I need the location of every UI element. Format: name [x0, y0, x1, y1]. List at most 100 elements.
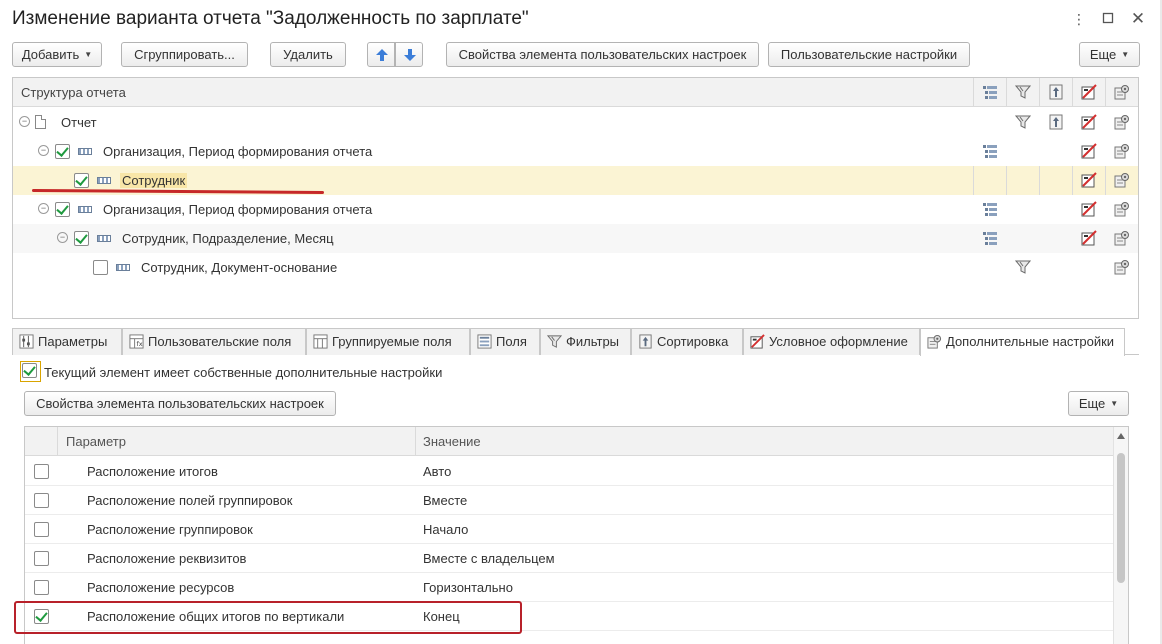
tree-row-checkbox[interactable]: [55, 202, 70, 217]
tree-row[interactable]: Сотрудник, Документ-основание: [13, 253, 1138, 282]
column-separator: [973, 166, 974, 195]
param-name: Расположение полей группировок: [87, 493, 293, 508]
more-button[interactable]: Еще ▼: [1079, 42, 1140, 67]
param-name: Расположение реквизитов: [87, 551, 247, 566]
arrow-down-icon: [404, 49, 416, 61]
extra-settings-icon: [1114, 114, 1130, 130]
sort-icon: [638, 334, 653, 349]
tab-8[interactable]: Дополнительные настройки: [920, 328, 1125, 356]
row-checkbox[interactable]: [34, 493, 49, 508]
conditional-format-icon: [750, 334, 765, 349]
conditional-format-icon: [1081, 84, 1097, 100]
vertical-scrollbar[interactable]: [1113, 427, 1128, 644]
row-checkbox[interactable]: [34, 580, 49, 595]
sort-icon: [1048, 84, 1064, 100]
delete-button[interactable]: Удалить: [270, 42, 346, 67]
groupings-icon: [982, 230, 998, 246]
tree-row-checkbox[interactable]: [55, 144, 70, 159]
column-separator: [1006, 166, 1007, 195]
row-checkbox[interactable]: [34, 522, 49, 537]
tab-label: Пользовательские поля: [148, 334, 292, 349]
table-row[interactable]: Расположение полей группировок Вместе: [25, 486, 1114, 515]
more-button-2-label: Еще: [1078, 396, 1106, 411]
column-separator: [1105, 166, 1106, 195]
tree-row[interactable]: − Сотрудник, Подразделение, Месяц: [13, 224, 1138, 253]
param-name: Расположение итогов: [87, 464, 218, 479]
conditional-format-icon: [1081, 201, 1097, 217]
tab-6[interactable]: Сортировка: [631, 328, 743, 355]
collapse-icon[interactable]: −: [57, 232, 68, 243]
tab-3[interactable]: Группируемые поля: [306, 328, 470, 355]
table-header: Параметр Значение: [25, 427, 1114, 456]
tree-row-checkbox[interactable]: [74, 173, 89, 188]
table-row[interactable]: Расположение ресурсов Горизонтально: [25, 573, 1114, 602]
param-name: Расположение группировок: [87, 522, 253, 537]
param-value[interactable]: Вместе: [423, 493, 467, 508]
more-vertical-icon[interactable]: ⋮: [1070, 10, 1088, 28]
tab-label: Дополнительные настройки: [946, 334, 1115, 349]
table-row[interactable]: Расположение группировок Начало: [25, 515, 1114, 544]
user-settings-button[interactable]: Пользовательские настройки: [768, 42, 970, 67]
param-value[interactable]: Горизонтально: [423, 580, 513, 595]
svg-text:fx: fx: [137, 340, 143, 348]
window-title: Изменение варианта отчета "Задолженность…: [12, 8, 529, 29]
tab-2[interactable]: fx Пользовательские поля: [122, 328, 306, 355]
tab-label: Условное оформление: [769, 334, 908, 349]
grouping-icon: [97, 235, 111, 242]
collapse-icon[interactable]: −: [38, 145, 49, 156]
scroll-up-icon[interactable]: [1117, 433, 1125, 439]
tab-5[interactable]: Фильтры: [540, 328, 631, 355]
tree-row[interactable]: − Организация, Период формирования отчета: [13, 137, 1138, 166]
report-structure-tree[interactable]: Структура отчета − Отчет − Организация, Пер…: [12, 77, 1139, 319]
close-icon[interactable]: ✕: [1129, 10, 1147, 28]
extra-settings-icon: [1114, 201, 1130, 217]
row-checkbox[interactable]: [34, 464, 49, 479]
tab-label: Группируемые поля: [332, 334, 452, 349]
group-button[interactable]: Сгруппировать...: [121, 42, 248, 67]
scroll-thumb[interactable]: [1117, 453, 1125, 583]
tree-row-checkbox[interactable]: [74, 231, 89, 246]
element-properties-button[interactable]: Свойства элемента пользовательских настр…: [446, 42, 759, 67]
groupings-icon: [982, 143, 998, 159]
annotation-highlight-box: [14, 601, 522, 634]
extra-settings-icon: [927, 334, 942, 349]
param-name: Расположение ресурсов: [87, 580, 235, 595]
tree-row[interactable]: − Организация, Период формирования отчета: [13, 195, 1138, 224]
add-button[interactable]: Добавить ▼: [12, 42, 102, 67]
user-fields-icon: fx: [129, 334, 144, 349]
tab-4[interactable]: Поля: [470, 328, 540, 355]
element-properties-button-2[interactable]: Свойства элемента пользовательских настр…: [24, 391, 336, 416]
tree-row[interactable]: − Отчет: [13, 108, 1138, 137]
tree-header: Структура отчета: [13, 78, 1138, 107]
table-row[interactable]: Расположение реквизитов Вместе с владельц…: [25, 544, 1114, 573]
table-row[interactable]: Расположение итогов Авто: [25, 457, 1114, 486]
tab-7[interactable]: Условное оформление: [743, 328, 920, 355]
collapse-icon[interactable]: −: [38, 203, 49, 214]
filter-icon: [1015, 84, 1031, 100]
param-value[interactable]: Начало: [423, 522, 468, 537]
filter-icon: [1015, 259, 1031, 275]
param-value[interactable]: Вместе с владельцем: [423, 551, 555, 566]
maximize-icon[interactable]: [1099, 10, 1117, 28]
move-up-button[interactable]: [367, 42, 395, 67]
groupings-icon: [982, 84, 998, 100]
fields-icon: [477, 334, 492, 349]
arrow-up-icon: [376, 49, 388, 61]
own-settings-label: Текущий элемент имеет собственные дополн…: [44, 365, 443, 380]
extra-settings-icon: [1114, 172, 1130, 188]
tree-row-checkbox[interactable]: [93, 260, 108, 275]
chevron-down-icon: ▼: [84, 50, 93, 59]
move-down-button[interactable]: [395, 42, 423, 67]
own-settings-checkbox[interactable]: [22, 363, 37, 378]
param-value[interactable]: Авто: [423, 464, 451, 479]
tab-1[interactable]: Параметры: [12, 328, 122, 355]
column-separator: [1039, 166, 1040, 195]
column-separator: [1072, 166, 1073, 195]
row-checkbox[interactable]: [34, 551, 49, 566]
more-button-2[interactable]: Еще ▼: [1068, 391, 1129, 416]
tree-row-label: Сотрудник, Подразделение, Месяц: [122, 231, 334, 246]
collapse-icon[interactable]: −: [19, 116, 30, 127]
document-icon: [35, 115, 46, 129]
parameters-icon: [19, 334, 34, 349]
groupings-icon: [982, 201, 998, 217]
